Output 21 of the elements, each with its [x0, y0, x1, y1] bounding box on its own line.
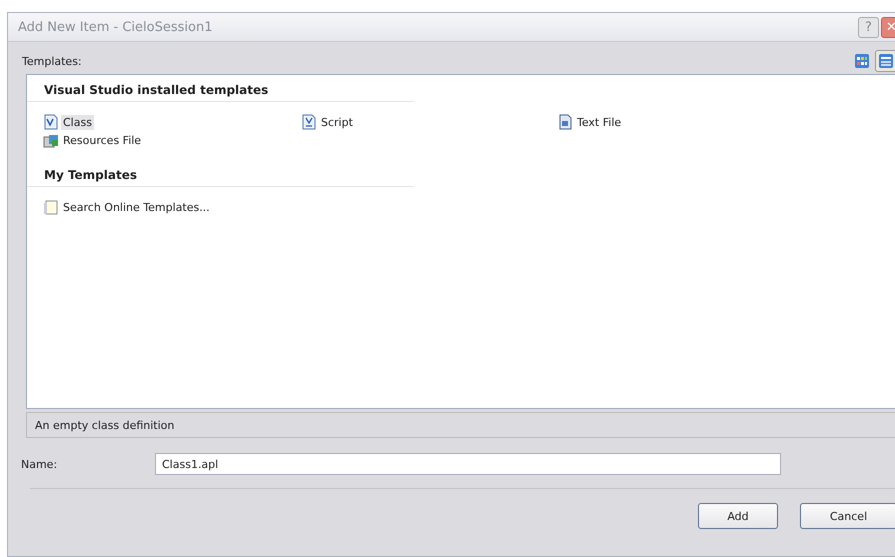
group-heading: My Templates [27, 164, 414, 187]
class-file-icon [43, 114, 59, 130]
name-label: Name: [20, 458, 58, 470]
description-bar: An empty class definition [26, 412, 895, 438]
large-icons-view-icon [854, 53, 870, 69]
resources-file-icon [43, 132, 59, 148]
cancel-button[interactable]: Cancel [800, 503, 895, 529]
script-file-icon [301, 114, 317, 130]
list-view-icon [878, 53, 894, 69]
document-icon [43, 199, 59, 215]
template-item[interactable]: Search Online Templates... [43, 199, 212, 215]
templates-label: Templates: [21, 55, 83, 70]
template-item[interactable]: Resources File [43, 132, 144, 148]
add-button[interactable]: Add [698, 503, 778, 529]
text-file-icon [557, 114, 573, 130]
window-title: Add New Item - CieloSession1 [18, 20, 214, 34]
name-field[interactable]: Class1.apl [155, 453, 781, 475]
view-toggle-button[interactable] [875, 50, 895, 72]
group-heading: Visual Studio installed templates [27, 79, 414, 102]
template-item[interactable]: Script [301, 114, 355, 130]
template-item[interactable]: Text File [557, 114, 624, 130]
